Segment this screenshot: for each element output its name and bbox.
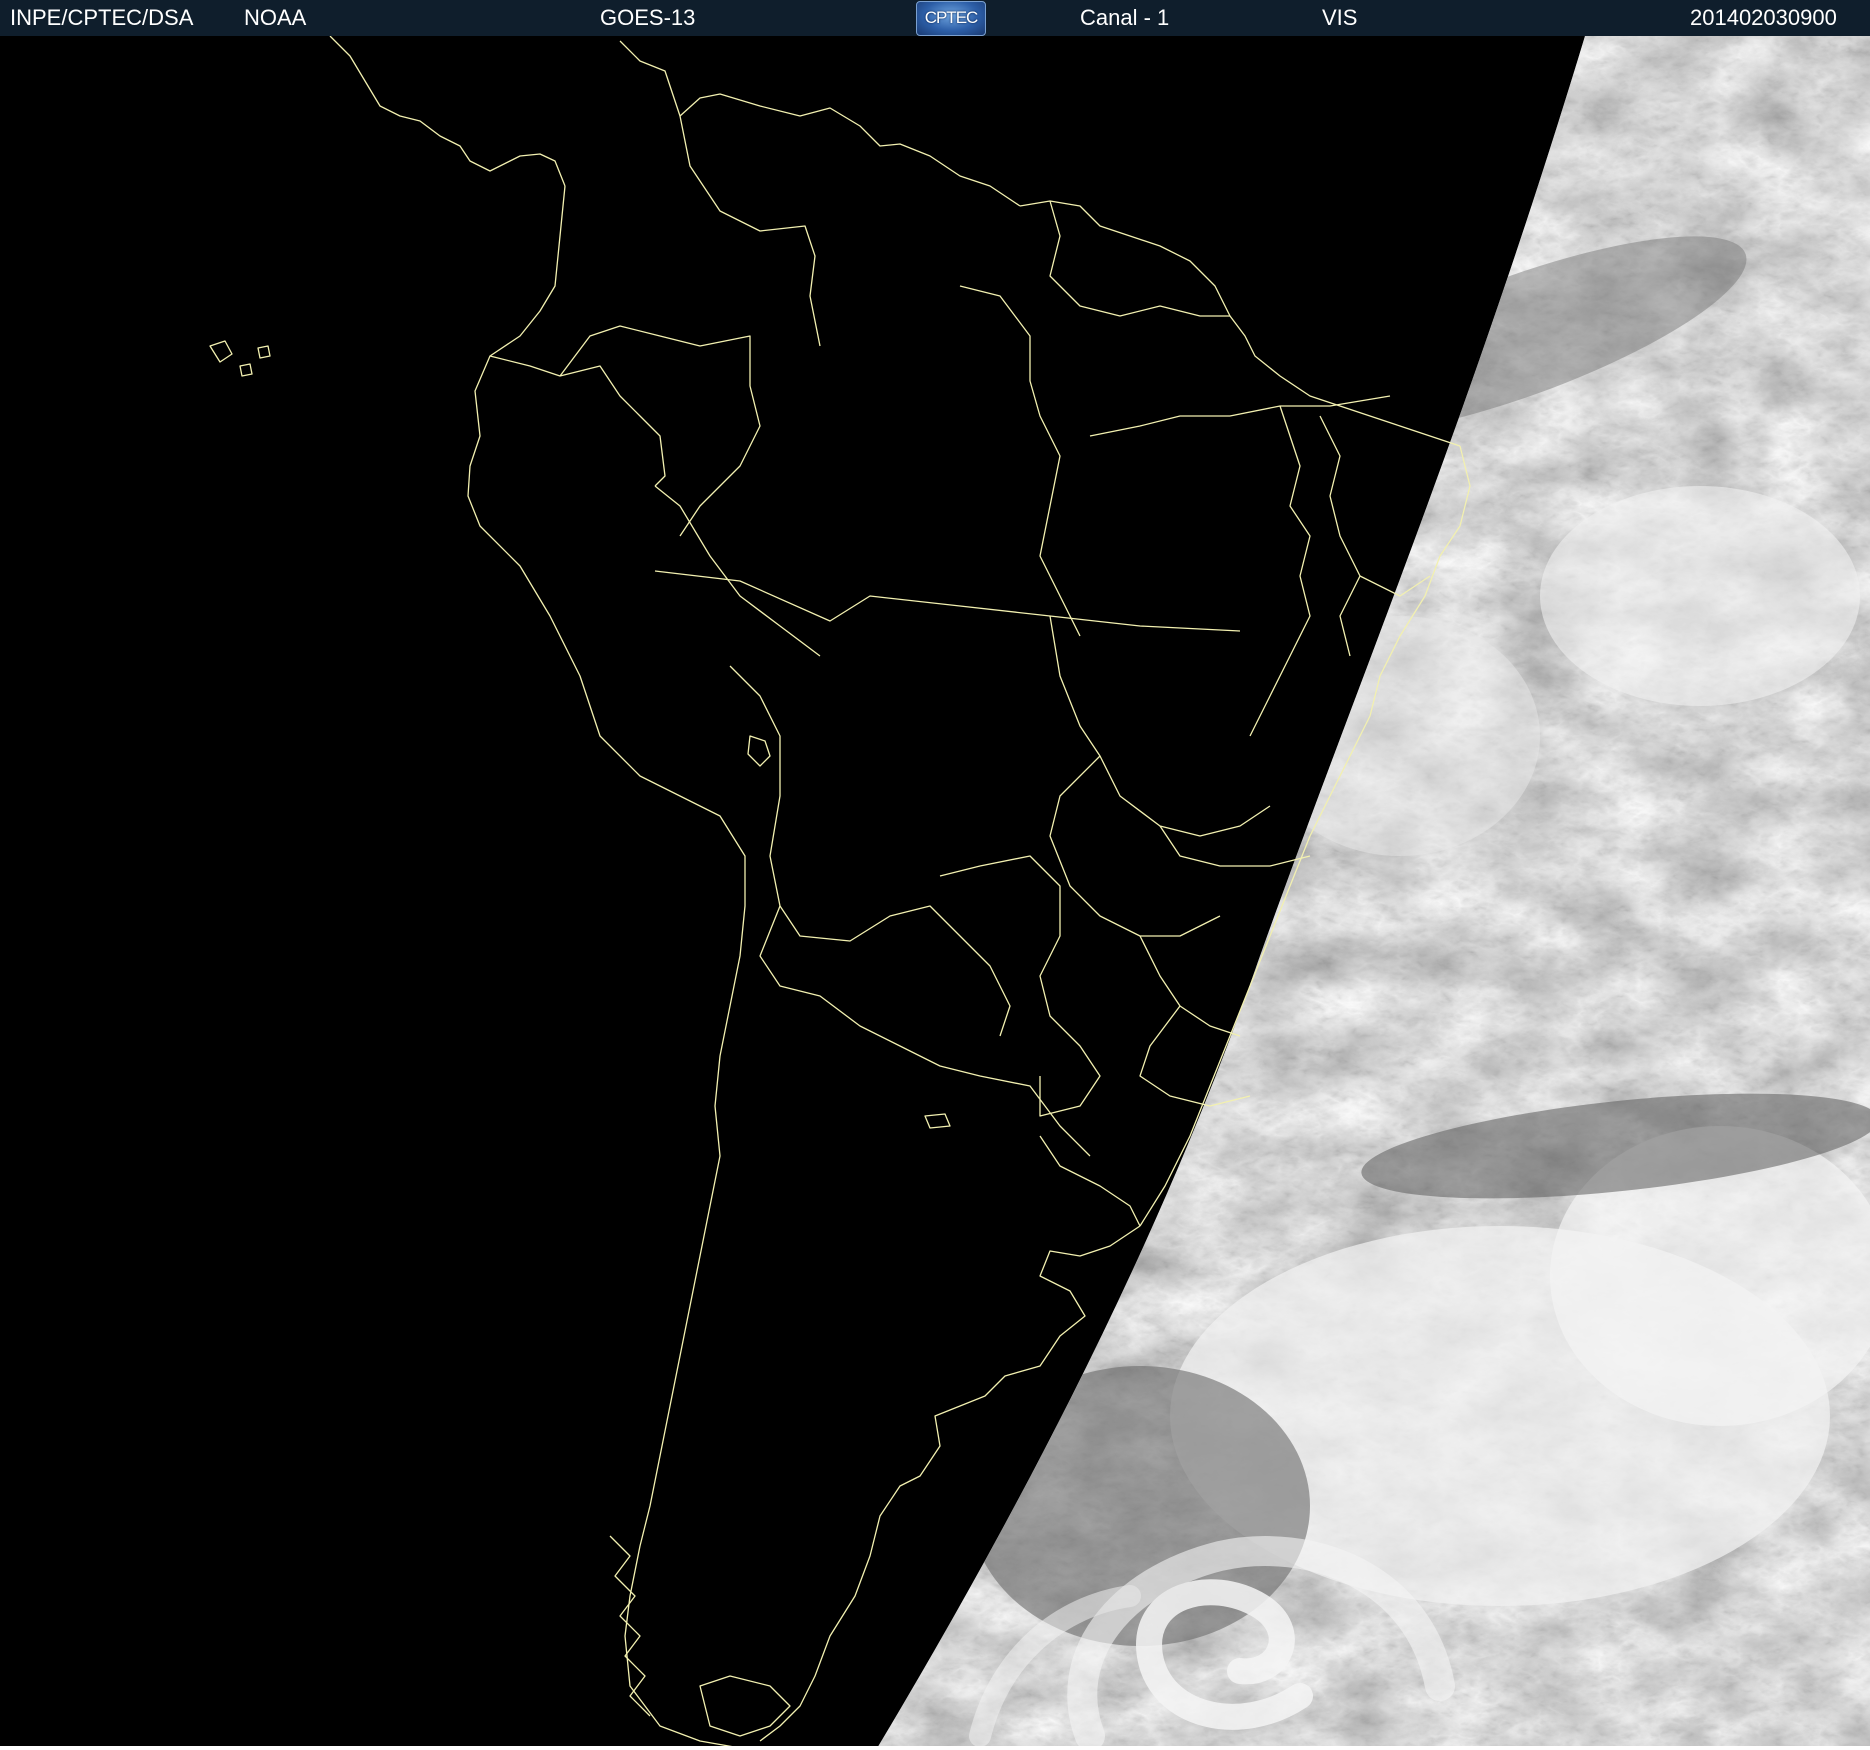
channel-label: Canal - 1 — [1080, 5, 1170, 30]
agency-label: INPE/CPTEC/DSA — [10, 5, 194, 30]
satellite-label: GOES-13 — [600, 5, 696, 30]
timestamp-label: 201402030900 — [1690, 5, 1837, 30]
source-label: NOAA — [244, 5, 307, 30]
bottom-border — [0, 1746, 1870, 1750]
header-bar: INPE/CPTEC/DSA NOAA GOES-13 CPTEC Canal … — [0, 0, 1870, 36]
satellite-map — [0, 36, 1870, 1750]
cptec-logo: CPTEC — [916, 1, 986, 36]
band-label: VIS — [1322, 5, 1358, 30]
satellite-map-svg — [0, 36, 1870, 1750]
